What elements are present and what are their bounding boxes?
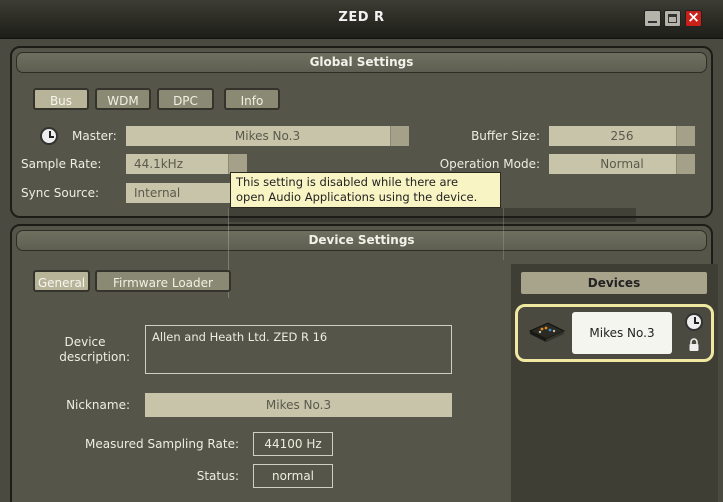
sync-source-label: Sync Source: — [21, 186, 99, 200]
nickname-label: Nickname: — [66, 398, 130, 412]
devices-panel: Devices Mikes No.3 — [511, 264, 718, 502]
lock-icon — [687, 337, 701, 351]
device-settings-header: Device Settings — [16, 230, 707, 251]
window-title: ZED R — [338, 10, 385, 25]
device-description-label-line2: description: — [59, 350, 130, 364]
device-clock-icon — [685, 313, 703, 331]
measured-sampling-rate-value: 44100 Hz — [253, 432, 333, 456]
global-settings-header: Global Settings — [16, 52, 707, 73]
sync-source-select[interactable]: Internal — [126, 183, 236, 203]
maximize-button[interactable] — [664, 10, 681, 27]
close-button[interactable]: × — [685, 8, 702, 27]
tab-general[interactable]: General — [33, 270, 90, 292]
status-value: normal — [253, 464, 333, 488]
nickname-input[interactable]: Mikes No.3 — [145, 393, 452, 417]
device-card-name: Mikes No.3 — [572, 312, 672, 354]
measured-sampling-rate-label: Measured Sampling Rate: — [85, 437, 239, 451]
tooltip-line-1: This setting is disabled while there are — [236, 175, 459, 189]
devices-header: Devices — [521, 272, 707, 294]
operation-mode-select[interactable]: Normal — [549, 154, 695, 174]
buffer-size-label: Buffer Size: — [471, 129, 540, 143]
tab-bus[interactable]: Bus — [33, 88, 89, 110]
clock-icon[interactable] — [40, 127, 58, 145]
sample-rate-value: 44.1kHz — [134, 157, 183, 171]
nickname-value: Mikes No.3 — [265, 398, 332, 412]
sample-rate-label: Sample Rate: — [21, 157, 102, 171]
ghost-window-shadow — [228, 208, 636, 222]
device-description-label-line1: Device — [64, 335, 106, 349]
status-label: Status: — [196, 469, 239, 483]
device-description-value: Allen and Heath Ltd. ZED R 16 — [152, 330, 328, 344]
buffer-size-dropdown-arrow[interactable] — [676, 126, 695, 146]
buffer-size-select[interactable]: 256 — [549, 126, 695, 146]
sync-source-value: Internal — [134, 186, 181, 200]
sample-rate-dropdown-arrow[interactable] — [228, 154, 247, 174]
tab-firmware-loader[interactable]: Firmware Loader — [95, 270, 231, 292]
ghost-window-edge — [503, 208, 504, 260]
master-label: Master: — [72, 129, 117, 143]
title-bar[interactable]: ZED R × — [0, 0, 723, 39]
device-card[interactable]: Mikes No.3 — [515, 304, 714, 362]
operation-mode-label: Operation Mode: — [439, 157, 540, 171]
sample-rate-select[interactable]: 44.1kHz — [126, 154, 247, 174]
master-dropdown-arrow[interactable] — [390, 126, 409, 146]
app-window: ZED R × Global Settings Bus WDM DPC Info… — [0, 0, 723, 502]
buffer-size-value: 256 — [610, 129, 634, 143]
disabled-setting-tooltip: This setting is disabled while there are… — [230, 172, 501, 208]
close-icon: × — [687, 8, 700, 26]
operation-mode-dropdown-arrow[interactable] — [676, 154, 695, 174]
mixer-icon — [528, 321, 566, 343]
master-value: Mikes No.3 — [234, 129, 301, 143]
tab-dpc[interactable]: DPC — [157, 88, 214, 110]
minimize-button[interactable] — [644, 10, 661, 27]
device-description-field[interactable]: Allen and Heath Ltd. ZED R 16 — [145, 325, 452, 374]
master-select[interactable]: Mikes No.3 — [126, 126, 409, 146]
operation-mode-value: Normal — [600, 157, 644, 171]
tab-info[interactable]: Info — [224, 88, 280, 110]
tooltip-line-2: open Audio Applications using the device… — [236, 190, 478, 204]
tab-wdm[interactable]: WDM — [95, 88, 151, 110]
